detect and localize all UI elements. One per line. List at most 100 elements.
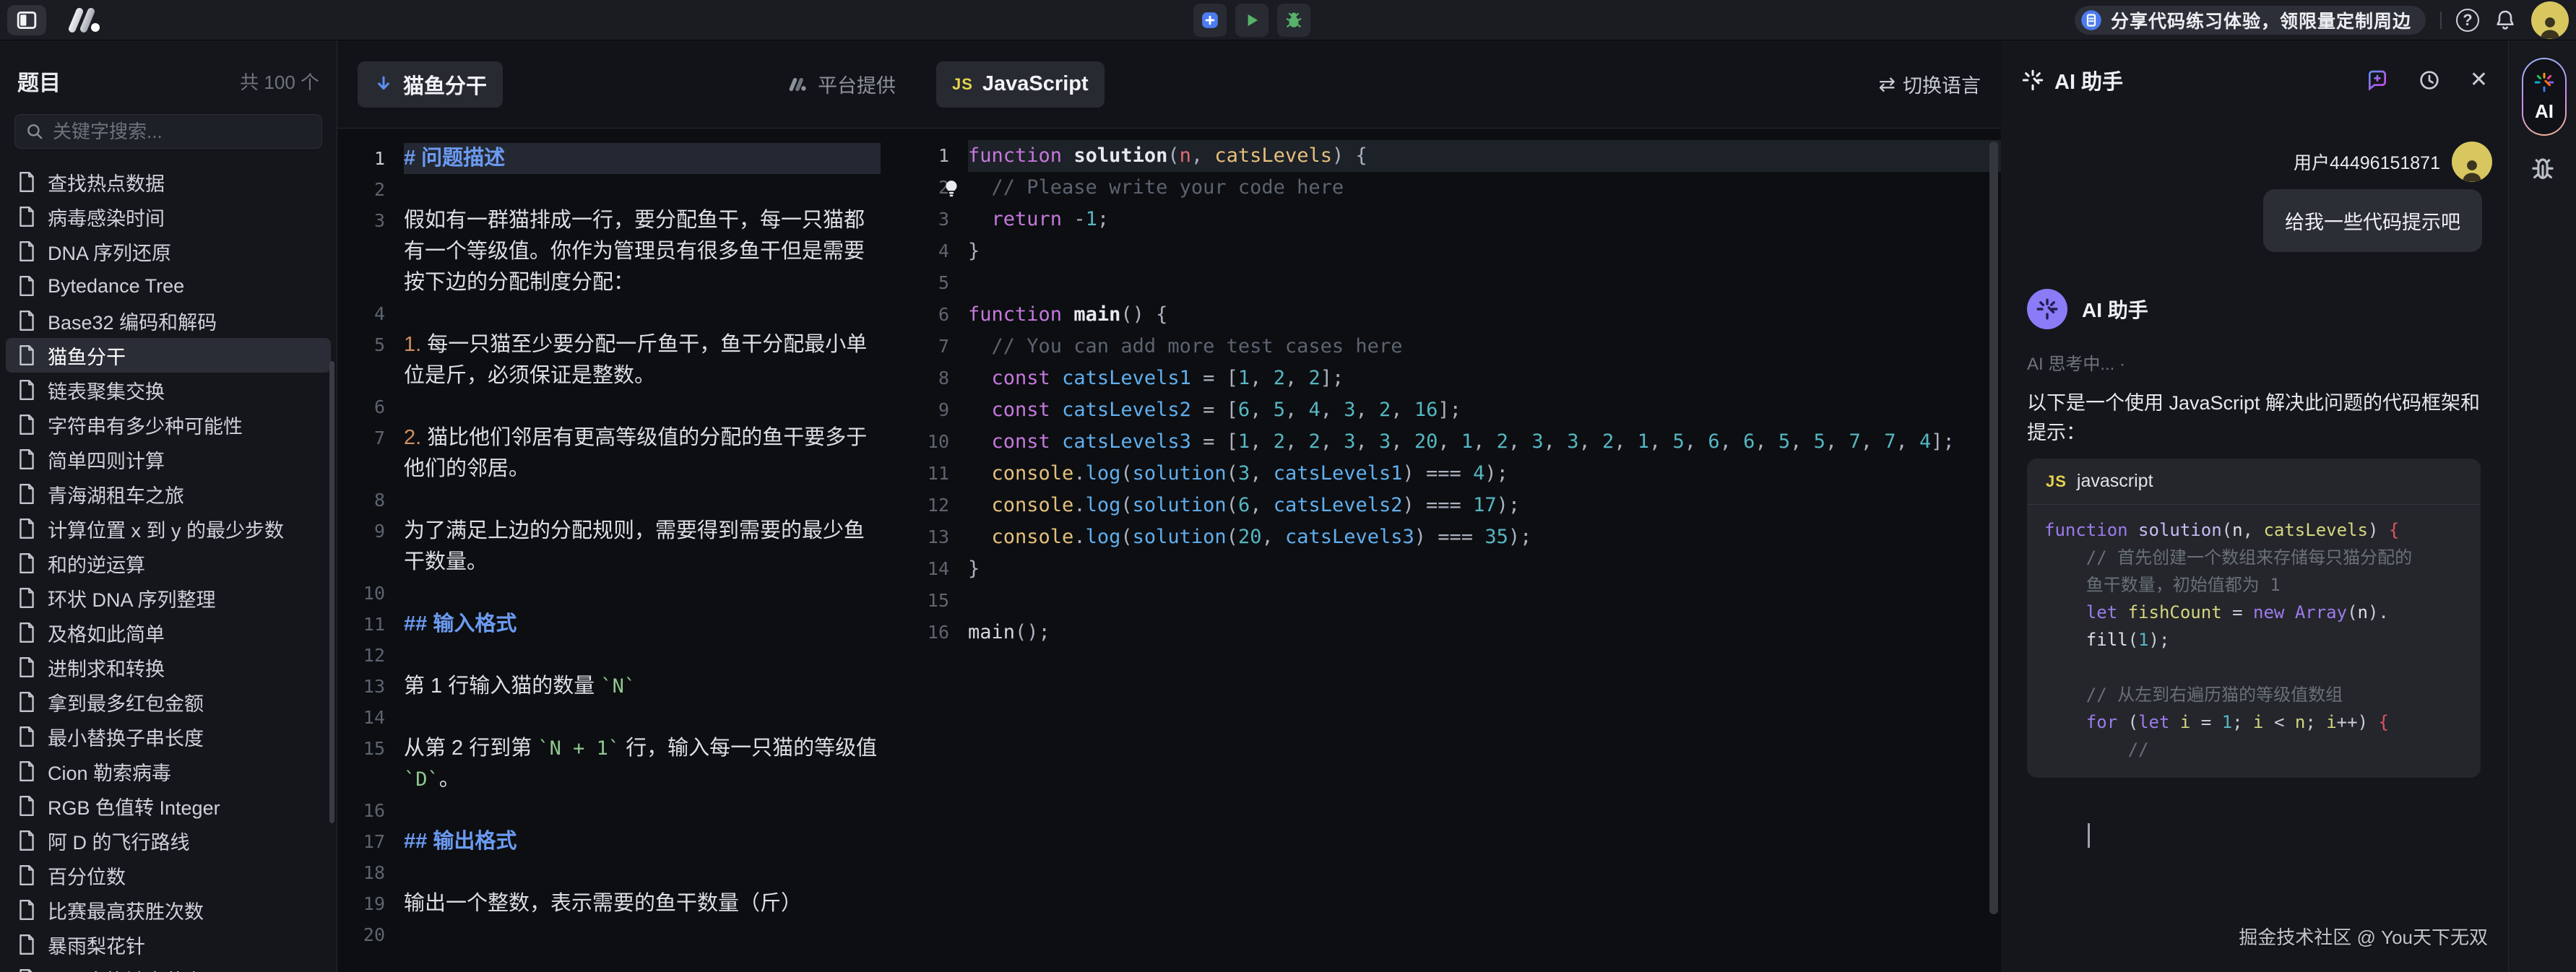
sidebar-item-label: Base32 编码和解码 (48, 307, 217, 335)
run-button[interactable] (1235, 4, 1268, 37)
code-token: ; (2232, 712, 2253, 732)
editor-line: 6function main() { (916, 299, 2001, 331)
sidebar-item[interactable]: DNA 序列还原 (6, 234, 331, 269)
code-token (968, 430, 992, 453)
sidebar-item[interactable]: 最小替换子串长度 (6, 719, 331, 754)
code-token: i (2253, 712, 2263, 732)
code-token: 1 (2138, 630, 2148, 650)
sidebar-item[interactable]: 病毒感染时间 (6, 199, 331, 234)
ai-rail-toggle[interactable]: AI (2522, 58, 2567, 136)
code-token: // You can add more test cases here (968, 335, 1402, 357)
code-token: - (1073, 208, 1085, 230)
line-number: 3 (337, 205, 404, 236)
line-content: 从第 2 行到第 `N + 1` 行，输入每一只猫的等级值 `D`。 (404, 733, 881, 795)
sidebar-item[interactable]: Cion 勒索病毒 (6, 754, 331, 789)
code-token: solution (2138, 520, 2222, 540)
line-number: 16 (916, 617, 968, 648)
sidebar-item[interactable]: 简单四则计算 (6, 442, 331, 477)
sidebar-item-label: DNA 序列还原 (48, 238, 171, 266)
watermark: 掘金技术社区 @ You天下无双 (2239, 923, 2488, 950)
sidebar-item[interactable]: 比赛最高获胜次数 (6, 893, 331, 927)
debug-rail-button[interactable] (2528, 155, 2558, 188)
sidebar-item[interactable]: 字符串有多少种可能性 (6, 407, 331, 442)
sidebar-item[interactable]: 两两交换链表节点 (6, 962, 331, 972)
code-token: log (1086, 526, 1121, 548)
banner-doc-icon (2080, 9, 2102, 31)
sidebar-item[interactable]: 查找热点数据 (6, 165, 331, 199)
code-token: 2 (1308, 430, 1320, 453)
code-token: solution (1073, 144, 1167, 167)
question-icon: ? (2463, 11, 2472, 30)
sidebar-item[interactable]: 暴雨梨花针 (6, 927, 331, 962)
marscode-logo[interactable] (66, 8, 107, 36)
code-token: ( (1227, 526, 1238, 548)
help-button[interactable]: ? (2456, 9, 2479, 32)
code-token: `N` (600, 675, 636, 698)
text-caret (2088, 823, 2090, 848)
close-panel-button[interactable]: ✕ (2470, 69, 2488, 91)
code-token: `N + 1` (537, 737, 620, 760)
code-token: 6 (1238, 494, 1250, 516)
sidebar-item[interactable]: 百分位数 (6, 858, 331, 893)
promo-banner[interactable]: 分享代码练习体验，领限量定制周边 (2075, 6, 2426, 35)
sidebar-item[interactable]: 计算位置 x 到 y 的最少步数 (6, 511, 331, 546)
sidebar-scrollbar[interactable] (329, 361, 334, 823)
switch-language-button[interactable]: ⇄ 切换语言 (1879, 70, 1981, 98)
stop-add-button[interactable] (1193, 4, 1227, 37)
quick-fix-lightbulb[interactable] (942, 178, 961, 209)
sidebar-item[interactable]: 青海湖租车之旅 (6, 477, 331, 511)
ai-code-line: // 从左到右遍历猫的等级值数组 (2044, 681, 2463, 708)
code-token: const (992, 367, 1050, 389)
code-token: 1. (404, 333, 427, 356)
sidebar-item[interactable]: 阿 D 的飞行路线 (6, 823, 331, 858)
code-editor[interactable]: 1function solution(n, catsLevels) {2 // … (916, 129, 2001, 648)
debug-button[interactable] (1277, 4, 1310, 37)
line-number: 11 (337, 609, 404, 640)
lightbulb-icon[interactable] (942, 179, 961, 199)
sidebar-item[interactable]: 和的逆运算 (6, 546, 331, 581)
notifications-button[interactable] (2494, 9, 2517, 32)
sidebar-item[interactable]: 环状 DNA 序列整理 (6, 581, 331, 615)
code-token: 。 (439, 768, 460, 791)
problem-tab[interactable]: 猫鱼分干 (358, 61, 503, 108)
code-token: 4 (1919, 430, 1931, 453)
line-content: return -1; (968, 204, 2001, 235)
sidebar-item[interactable]: 拿到最多红包金额 (6, 685, 331, 719)
sidebar-item[interactable]: Base32 编码和解码 (6, 303, 331, 338)
sidebar-item-label: 查找热点数据 (48, 168, 165, 196)
editor-scrollbar[interactable] (1989, 142, 1998, 914)
code-token: ); (2149, 630, 2170, 650)
code-token: 2. (404, 426, 427, 449)
search-input[interactable] (53, 121, 311, 143)
code-token (968, 367, 992, 389)
language-tab[interactable]: JS JavaScript (936, 61, 1105, 108)
code-token: catsLevels3 (1062, 430, 1191, 453)
code-token: 1 (1638, 430, 1649, 453)
problem-panel: 猫鱼分干 平台提供 1# 问题描述23假如有一群猫排成一行，要分配鱼干，每一只猫… (337, 40, 916, 972)
ai-thinking-status: AI 思考中... · (2027, 350, 2125, 375)
code-token: 5 (1778, 430, 1790, 453)
sidebar-item[interactable]: 链表聚集交换 (6, 373, 331, 407)
sidebar-item[interactable]: 及格如此简单 (6, 615, 331, 650)
user-avatar[interactable] (2531, 1, 2569, 39)
new-chat-button[interactable] (2366, 69, 2389, 92)
code-token: , (1285, 399, 1309, 421)
code-token (968, 399, 992, 421)
search-box[interactable] (14, 114, 322, 149)
code-token: 2 (1308, 367, 1320, 389)
code-token: , (1755, 430, 1778, 453)
sidebar-item[interactable]: Bytedance Tree (6, 269, 331, 303)
sidebar-item[interactable]: 猫鱼分干 (6, 338, 331, 373)
problem-description-editor[interactable]: 1# 问题描述23假如有一群猫排成一行，要分配鱼干，每一只猫都有一个等级值。你作… (337, 129, 916, 950)
sidebar-item[interactable]: RGB 色值转 Integer (6, 789, 331, 823)
line-content: const catsLevels3 = [1, 2, 2, 3, 3, 20, … (968, 426, 2001, 458)
history-button[interactable] (2418, 69, 2441, 92)
line-content (404, 857, 881, 888)
sidebar-toggle-button[interactable] (7, 5, 46, 35)
code-token: function (968, 144, 1062, 167)
line-number: 8 (916, 363, 968, 394)
file-icon (17, 864, 36, 886)
sidebar-item[interactable]: 进制求和转换 (6, 650, 331, 685)
play-icon (1242, 11, 1261, 30)
code-token: , (1250, 367, 1274, 389)
